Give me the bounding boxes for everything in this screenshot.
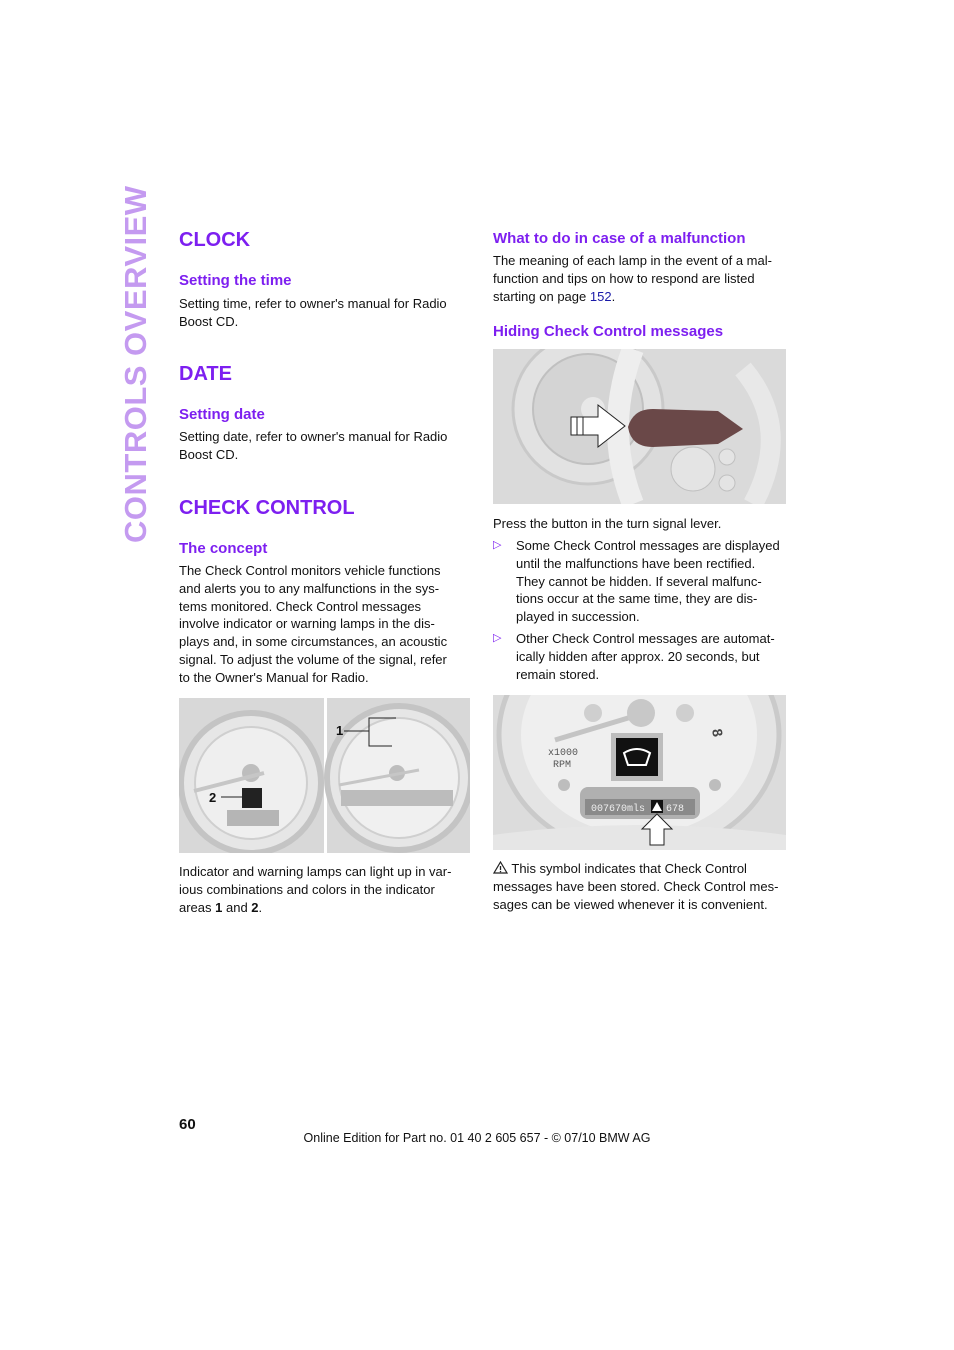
clock-heading: CLOCK: [179, 229, 251, 251]
text-line: plays and, in some circumstances, an aco…: [179, 634, 448, 650]
text-line: Setting time, refer to owner's manual fo…: [179, 296, 447, 311]
text-line: to the Owner's Manual for Radio.: [179, 669, 369, 685]
page-link[interactable]: 152: [590, 289, 612, 304]
text-line: tions occur at the same time, they are d…: [516, 591, 758, 607]
text: areas: [179, 899, 216, 915]
area-ref: 2: [251, 899, 259, 915]
setting-date-text: Setting date, refer to owner's manual fo…: [179, 428, 447, 464]
text-line: signal. To adjust the volume of the sign…: [179, 651, 447, 667]
text-line: messages have been stored. Check Control…: [493, 878, 779, 894]
symbol-text: This symbol indicates that Check Control…: [492, 860, 779, 913]
bullet-triangle-icon: ▷: [493, 539, 502, 551]
concept-heading: The concept: [179, 540, 268, 557]
hiding-heading: Hiding Check Control messages: [493, 323, 724, 340]
text-line: remain stored.: [516, 666, 600, 682]
text: .: [258, 899, 263, 915]
text: starting on page: [493, 288, 590, 304]
text-line: involve indicator or warning lamps in th…: [179, 616, 435, 632]
check-control-display-figure: x1000 RPM 8 007670mls 678: [493, 695, 786, 850]
text-line: function and tips on how to respond are …: [493, 270, 755, 286]
text-line: Indicator and warning lamps can light up…: [179, 864, 452, 879]
text-line: The meaning of each lamp in the event of…: [493, 253, 772, 268]
range-value: 678: [666, 804, 684, 815]
text: .: [611, 288, 616, 304]
setting-date-heading: Setting date: [179, 406, 265, 423]
area-2-label: 2: [209, 790, 216, 805]
text-line: played in succession.: [516, 609, 640, 625]
text-line: Other Check Control messages are automat…: [516, 631, 775, 646]
warning-triangle-icon: [492, 860, 509, 874]
malfunction-text: The meaning of each lamp in the event of…: [493, 252, 772, 305]
text-line: areas 1 and 2.: [179, 899, 451, 917]
instrument-cluster-figure: 2 1: [179, 698, 470, 853]
setting-time-text: Setting time, refer to owner's manual fo…: [179, 295, 447, 331]
turn-signal-lever-figure: [493, 349, 786, 504]
date-heading: DATE: [179, 363, 232, 385]
text-line: ious combinations and colors in the indi…: [179, 881, 435, 897]
rpm-scale-label: x1000: [548, 748, 578, 759]
text-line: The Check Control monitors vehicle funct…: [179, 563, 441, 578]
concept-text: The Check Control monitors vehicle funct…: [179, 562, 447, 687]
odometer-value: 007670mls: [591, 803, 645, 815]
text-line: Boost CD.: [179, 446, 239, 462]
text-line: Setting date, refer to owner's manual fo…: [179, 429, 448, 444]
bullet-item: ▷ Other Check Control messages are autom…: [493, 630, 775, 683]
text: and: [222, 899, 252, 915]
text-line: This symbol indicates that Check Control: [492, 860, 778, 878]
text: This symbol indicates that Check Control: [511, 861, 747, 876]
text-line: Some Check Control messages are displaye…: [516, 538, 780, 553]
text-line: Boost CD.: [179, 313, 239, 329]
setting-time-heading: Setting the time: [179, 272, 292, 289]
check-control-heading: CHECK CONTROL: [179, 497, 355, 519]
footer-edition: Online Edition for Part no. 01 40 2 605 …: [303, 1131, 651, 1145]
figure-caption: Indicator and warning lamps can light up…: [179, 863, 451, 916]
bullet-triangle-icon: ▷: [493, 632, 502, 644]
text-line: tems monitored. Check Control messages: [179, 598, 422, 614]
text-line: They cannot be hidden. If several malfun…: [516, 573, 762, 589]
area-1-label: 1: [336, 723, 343, 738]
text-line: and alerts you to any malfunctions in th…: [179, 580, 440, 596]
bullet-item: ▷ Some Check Control messages are displa…: [493, 537, 780, 626]
rpm-unit-label: RPM: [553, 760, 571, 771]
section-sidebar-title: CONTROLS OVERVIEW: [118, 185, 153, 543]
malfunction-heading: What to do in case of a malfunction: [493, 230, 746, 247]
press-button-text: Press the button in the turn signal leve…: [493, 516, 722, 531]
text-line: until the malfunctions have been rectifi…: [516, 555, 756, 571]
text-line: sages can be viewed whenever it is conve…: [493, 896, 768, 912]
text-line: starting on page 152.: [493, 288, 772, 306]
text-line: ically hidden after approx. 20 seconds, …: [516, 648, 760, 664]
